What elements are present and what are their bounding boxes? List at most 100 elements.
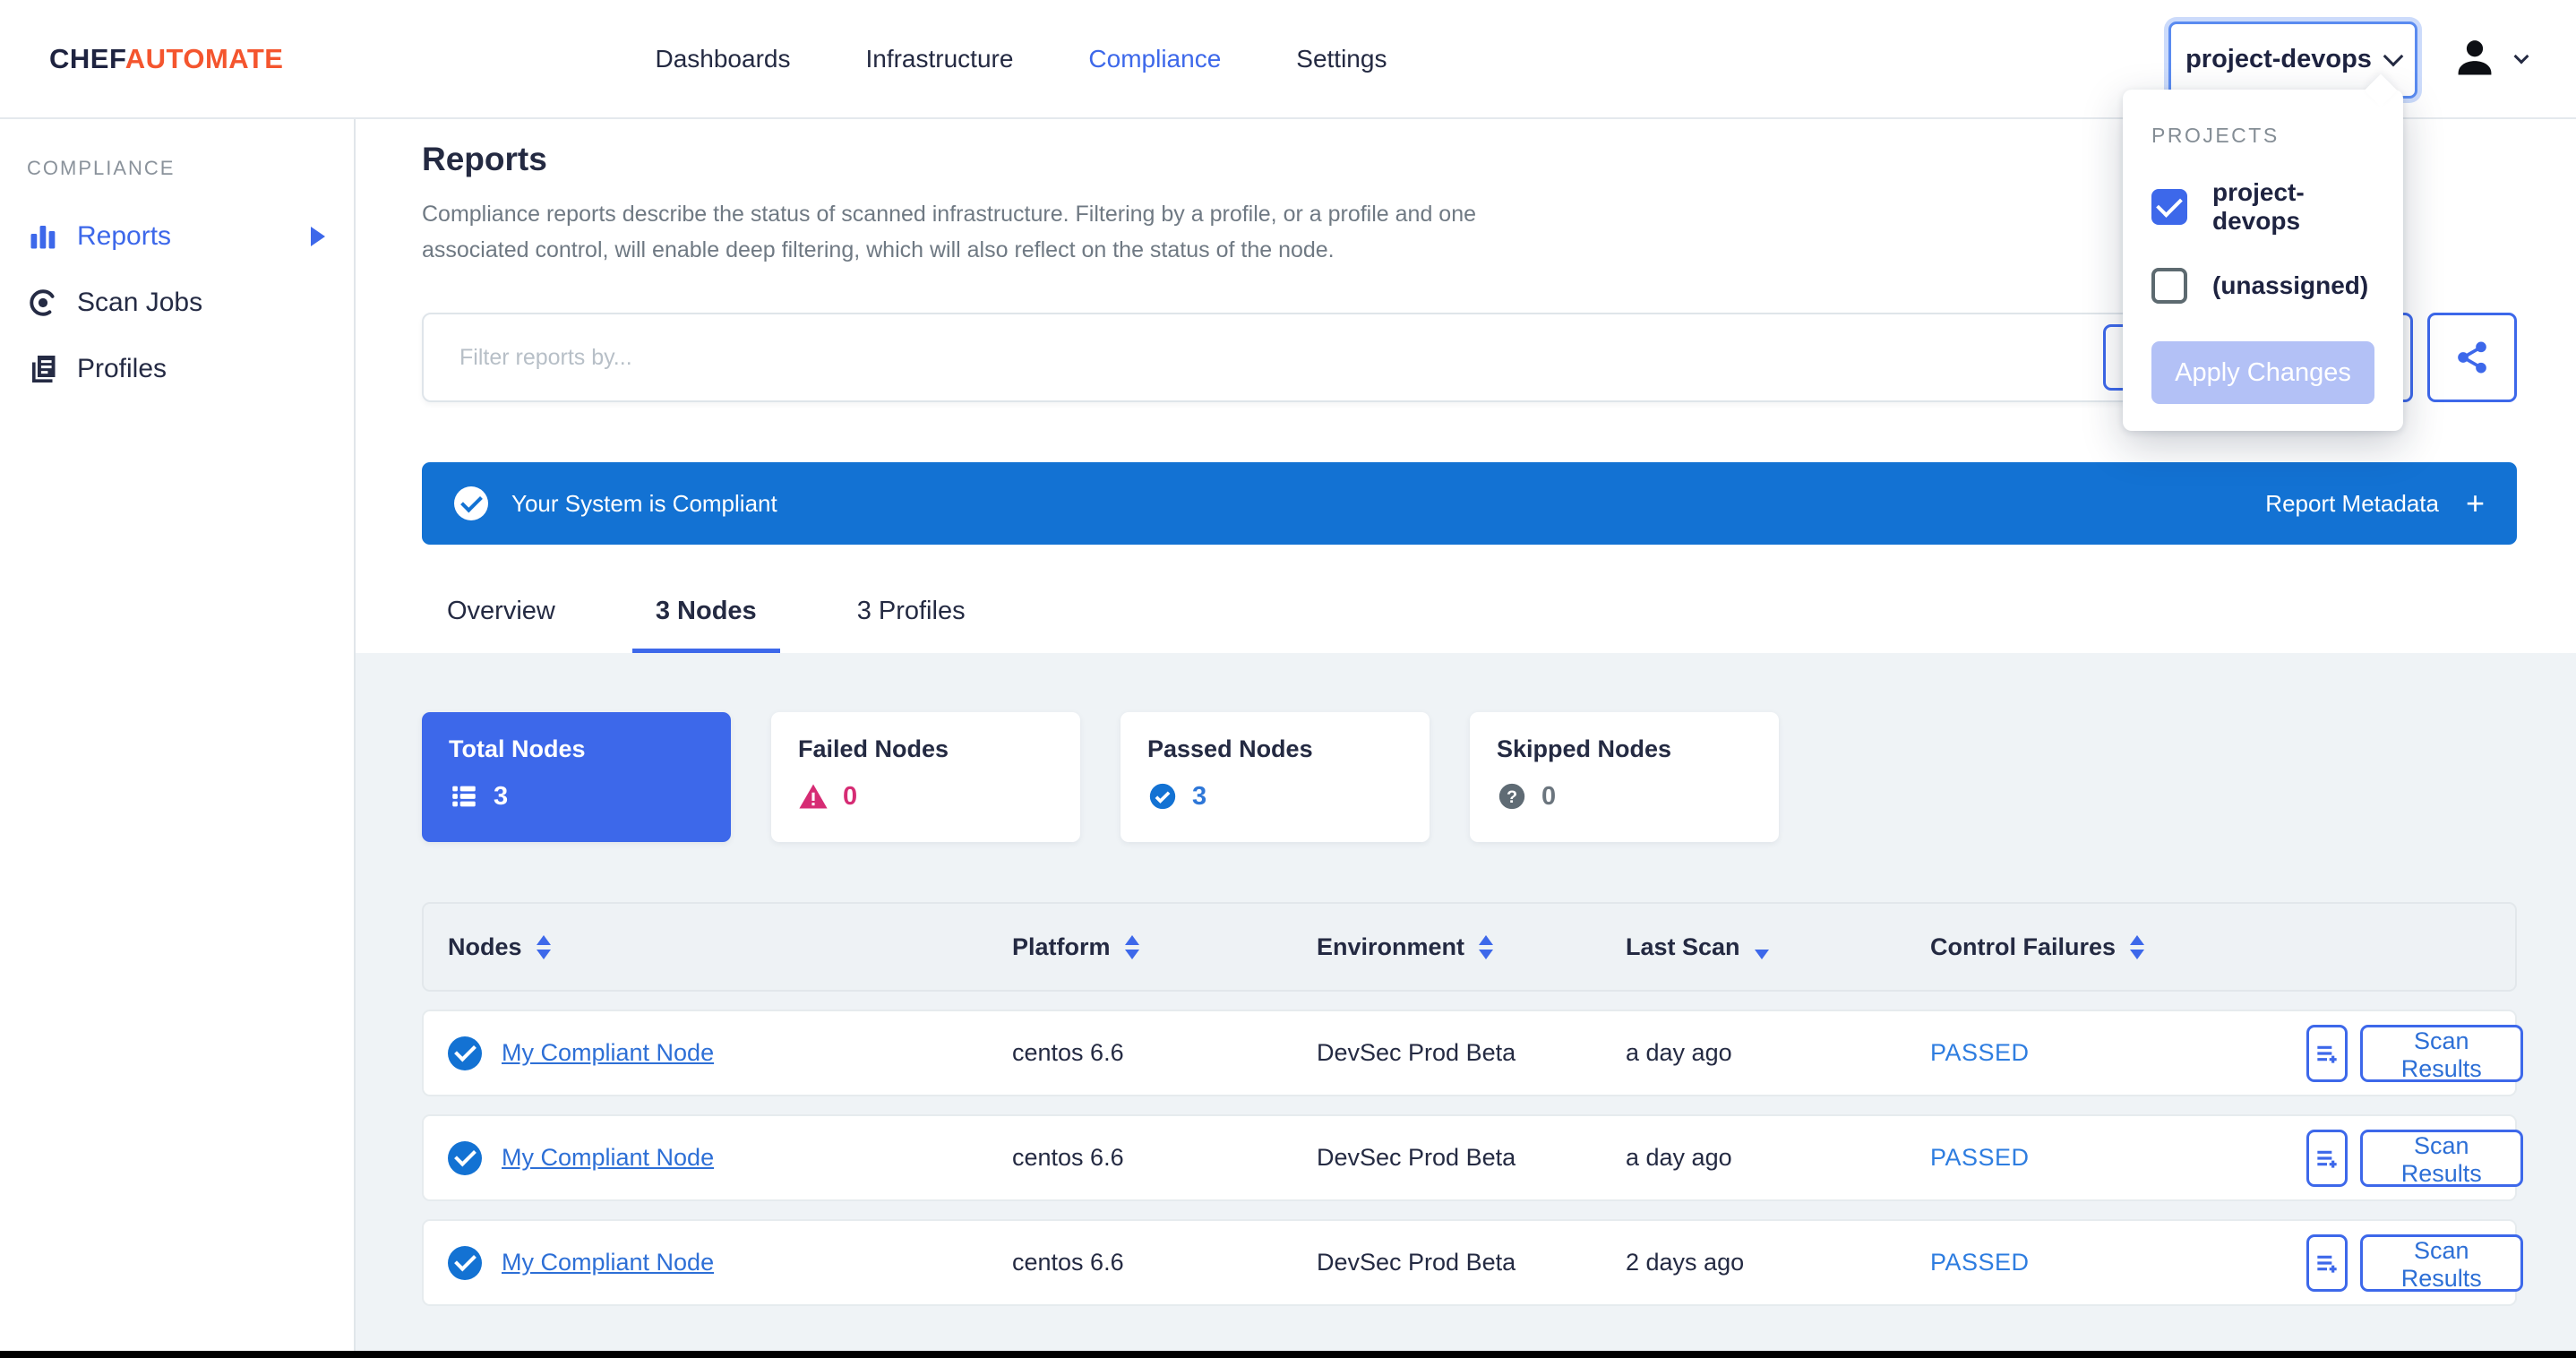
- table-row: My Compliant Node centos 6.6 DevSec Prod…: [422, 1219, 2517, 1306]
- column-header-nodes[interactable]: Nodes: [448, 933, 1012, 961]
- question-circle-icon: ?: [1497, 781, 1527, 812]
- bottom-edge-bar: [0, 1351, 2576, 1358]
- chevron-down-icon: [2514, 48, 2529, 64]
- checkbox-unchecked-icon[interactable]: [2151, 268, 2187, 304]
- nav-item-compliance[interactable]: Compliance: [1088, 45, 1221, 73]
- sidebar-item-label: Scan Jobs: [77, 288, 202, 318]
- node-name-cell: My Compliant Node: [448, 1246, 1012, 1280]
- node-name-link[interactable]: My Compliant Node: [502, 1039, 714, 1067]
- stat-card-total-nodes[interactable]: Total Nodes 3: [422, 712, 731, 842]
- nodes-table-body: My Compliant Node centos 6.6 DevSec Prod…: [422, 1010, 2517, 1306]
- scan-results-button[interactable]: Scan Results: [2360, 1025, 2523, 1082]
- control-failures-status: PASSED: [1930, 1249, 2306, 1276]
- node-list-icon: [449, 781, 479, 812]
- scan-radar-icon: [27, 287, 59, 319]
- node-stat-cards: Total Nodes 3 Failed Nodes 0 Passed Node…: [422, 712, 2517, 842]
- logo-automate-text: AUTOMATE: [125, 43, 284, 74]
- stat-value: 0: [843, 782, 857, 812]
- stat-label: Failed Nodes: [798, 735, 1053, 763]
- column-header-control-failures[interactable]: Control Failures: [1930, 933, 2306, 961]
- sort-arrows-icon[interactable]: [1125, 935, 1139, 959]
- platform-cell: centos 6.6: [1012, 1249, 1317, 1276]
- filter-reports-input[interactable]: [422, 313, 2309, 402]
- control-failures-status: PASSED: [1930, 1039, 2306, 1067]
- report-tabs: Overview 3 Nodes 3 Profiles: [422, 597, 2517, 653]
- share-icon: [2454, 340, 2490, 375]
- column-label: Platform: [1012, 933, 1111, 961]
- project-option-project-devops[interactable]: project-devops: [2151, 178, 2374, 236]
- stat-label: Passed Nodes: [1147, 735, 1403, 763]
- passed-check-icon: [448, 1036, 482, 1070]
- checkbox-checked-icon[interactable]: [2151, 189, 2187, 225]
- stat-card-passed-nodes[interactable]: Passed Nodes 3: [1121, 712, 1430, 842]
- sort-arrows-icon[interactable]: [1479, 935, 1493, 959]
- tab-profiles[interactable]: 3 Profiles: [834, 597, 989, 653]
- apply-changes-button[interactable]: Apply Changes: [2151, 341, 2374, 404]
- scan-results-button[interactable]: Scan Results: [2360, 1234, 2523, 1292]
- stat-card-skipped-nodes[interactable]: Skipped Nodes ? 0: [1470, 712, 1779, 842]
- tab-nodes[interactable]: 3 Nodes: [632, 597, 780, 653]
- add-to-filter-button[interactable]: [2306, 1234, 2348, 1292]
- node-name-link[interactable]: My Compliant Node: [502, 1249, 714, 1276]
- projects-section-header: PROJECTS: [2151, 124, 2374, 148]
- bar-chart-icon: [27, 220, 59, 253]
- platform-cell: centos 6.6: [1012, 1144, 1317, 1172]
- project-option-label: project-devops: [2212, 178, 2374, 236]
- report-metadata-toggle[interactable]: Report Metadata +: [2265, 487, 2485, 520]
- platform-cell: centos 6.6: [1012, 1039, 1317, 1067]
- environment-cell: DevSec Prod Beta: [1317, 1039, 1626, 1067]
- node-name-cell: My Compliant Node: [448, 1141, 1012, 1175]
- add-to-filter-button[interactable]: [2306, 1130, 2348, 1187]
- column-header-platform[interactable]: Platform: [1012, 933, 1317, 961]
- column-header-last-scan[interactable]: Last Scan: [1626, 933, 1930, 961]
- sidebar-item-profiles[interactable]: Profiles: [0, 336, 354, 402]
- sort-arrows-icon[interactable]: [537, 935, 551, 959]
- last-scan-cell: a day ago: [1626, 1144, 1930, 1172]
- selected-project-label: project-devops: [2185, 45, 2372, 74]
- nav-item-settings[interactable]: Settings: [1296, 45, 1387, 73]
- user-avatar-icon: [2451, 34, 2498, 85]
- tab-overview[interactable]: Overview: [424, 597, 579, 653]
- node-name-link[interactable]: My Compliant Node: [502, 1144, 714, 1172]
- sidebar-item-label: Reports: [77, 221, 171, 252]
- primary-nav: Dashboards Infrastructure Compliance Set…: [655, 45, 1387, 73]
- compliance-status-text: Your System is Compliant: [511, 490, 777, 518]
- stat-card-failed-nodes[interactable]: Failed Nodes 0: [771, 712, 1080, 842]
- passed-check-icon: [448, 1246, 482, 1280]
- share-report-button[interactable]: [2427, 313, 2517, 402]
- stat-value: 3: [1192, 782, 1206, 812]
- sort-desc-icon[interactable]: [1755, 935, 1769, 959]
- chevron-down-icon: [2383, 46, 2404, 66]
- last-scan-cell: a day ago: [1626, 1039, 1930, 1067]
- add-to-filter-button[interactable]: [2306, 1025, 2348, 1082]
- check-circle-icon: [1147, 781, 1178, 812]
- column-label: Nodes: [448, 933, 522, 961]
- scan-results-button[interactable]: Scan Results: [2360, 1130, 2523, 1187]
- logo-chef-text: CHEF: [49, 43, 125, 74]
- control-failures-status: PASSED: [1930, 1144, 2306, 1172]
- column-header-environment[interactable]: Environment: [1317, 933, 1626, 961]
- nodes-section: Total Nodes 3 Failed Nodes 0 Passed Node…: [356, 653, 2576, 1358]
- plus-icon: +: [2466, 487, 2485, 520]
- column-label: Last Scan: [1626, 933, 1740, 961]
- project-option-unassigned[interactable]: (unassigned): [2151, 268, 2374, 304]
- nav-item-dashboards[interactable]: Dashboards: [655, 45, 790, 73]
- sidebar-item-scan-jobs[interactable]: Scan Jobs: [0, 270, 354, 336]
- chef-automate-logo[interactable]: CHEFAUTOMATE: [49, 43, 283, 75]
- environment-cell: DevSec Prod Beta: [1317, 1144, 1626, 1172]
- stat-value: 0: [1541, 782, 1556, 812]
- table-row: My Compliant Node centos 6.6 DevSec Prod…: [422, 1010, 2517, 1096]
- user-menu[interactable]: [2451, 34, 2527, 85]
- nodes-table: Nodes Platform Environment Last Scan: [422, 902, 2517, 1306]
- nav-item-infrastructure[interactable]: Infrastructure: [865, 45, 1013, 73]
- table-row: My Compliant Node centos 6.6 DevSec Prod…: [422, 1114, 2517, 1201]
- compliance-sidebar: COMPLIANCE Reports Scan Jobs Profiles: [0, 119, 356, 1358]
- svg-text:?: ?: [1507, 787, 1517, 807]
- project-filter-panel: PROJECTS project-devops (unassigned) App…: [2123, 90, 2403, 431]
- row-actions: Scan Results: [2306, 1130, 2523, 1187]
- sidebar-item-reports[interactable]: Reports: [0, 203, 354, 270]
- stat-label: Skipped Nodes: [1497, 735, 1752, 763]
- compliance-status-banner: Your System is Compliant Report Metadata…: [422, 462, 2517, 545]
- sort-arrows-icon[interactable]: [2130, 935, 2144, 959]
- filter-input-container: [422, 313, 2309, 402]
